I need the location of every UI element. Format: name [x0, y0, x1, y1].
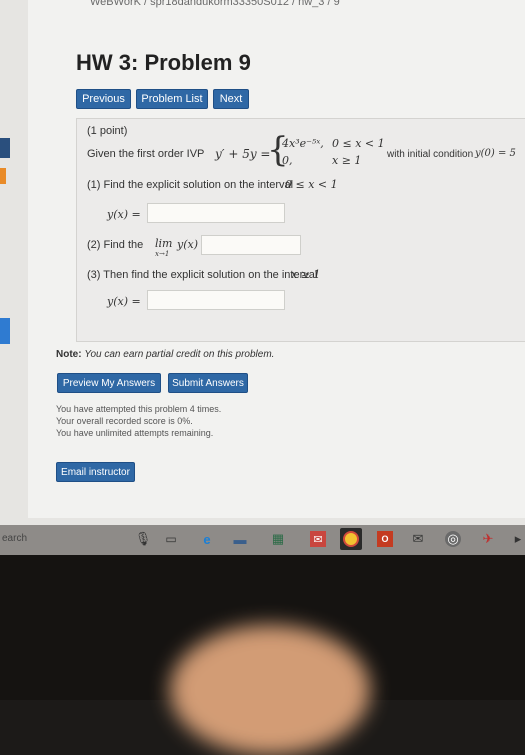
attempts-text: You have attempted this problem 4 times. — [56, 404, 222, 414]
part1-text: (1) Find the explicit solution on the in… — [87, 179, 294, 191]
score-text: Your overall recorded score is 0%. — [56, 416, 193, 426]
breadcrumb[interactable]: WeBWorK / spr18dandukorm33350S012 / hw_3… — [90, 0, 340, 8]
submit-answers-button[interactable]: Submit Answers — [168, 373, 248, 393]
search-box-fragment[interactable]: earch — [2, 533, 27, 544]
ode-lhs: y′ + 5y = — [215, 147, 271, 161]
part3-answer-input[interactable] — [147, 290, 285, 310]
points-label: (1 point) — [87, 125, 128, 137]
left-accent-bar-orange — [0, 168, 6, 184]
note-label: Note: — [56, 349, 82, 360]
part2-answer-input[interactable] — [201, 235, 301, 255]
microphone-icon[interactable]: 🎙 — [135, 531, 152, 547]
laptop-bezel — [0, 555, 525, 755]
left-accent-bar — [0, 138, 10, 158]
part2-lim: lim — [155, 237, 173, 250]
file-explorer-icon[interactable]: ▬ — [232, 531, 248, 547]
part1-interval: 0 ≤ x < 1 — [285, 178, 338, 191]
case2-condition: x ≥ 1 — [332, 154, 362, 167]
initial-condition-text: with initial condition — [387, 149, 474, 160]
edge-browser-icon[interactable]: e — [199, 531, 215, 547]
initial-condition: y(0) = 5 — [475, 148, 516, 159]
part1-answer-input[interactable] — [147, 203, 285, 223]
left-accent-bar-blue — [0, 318, 10, 344]
partial-credit-note: Note: You can earn partial credit on thi… — [56, 349, 274, 360]
store-icon[interactable]: ▦ — [270, 531, 286, 547]
app-icon-red[interactable]: ✉ — [310, 531, 326, 547]
part3-label: y(x) = — [107, 295, 141, 308]
part2-text: (2) Find the — [87, 239, 144, 251]
previous-button[interactable]: Previous — [76, 89, 131, 109]
case2-expression: 0, — [282, 154, 293, 167]
part2-lim-subscript: x→1 — [155, 250, 170, 258]
part3-text: (3) Then find the explicit solution on t… — [87, 269, 318, 281]
case1-expression: 4x³e⁻⁵ˣ, — [282, 137, 324, 150]
preview-answers-button[interactable]: Preview My Answers — [57, 373, 161, 393]
given-text: Given the first order IVP — [87, 148, 205, 160]
email-instructor-button[interactable]: Email instructor — [56, 462, 135, 482]
next-button[interactable]: Next — [213, 89, 249, 109]
problem-list-button[interactable]: Problem List — [136, 89, 208, 109]
page-title: HW 3: Problem 9 — [76, 50, 251, 75]
note-text: You can earn partial credit on this prob… — [84, 349, 275, 360]
remaining-text: You have unlimited attempts remaining. — [56, 428, 214, 438]
misc-icon[interactable]: ▸ — [510, 531, 525, 547]
webwork-page: WeBWorK / spr18dandukorm33350S012 / hw_3… — [28, 0, 525, 518]
task-view-icon[interactable]: ▭ — [163, 531, 179, 547]
pinned-app-icon[interactable]: ✈ — [480, 531, 496, 547]
part3-interval: x ≥ 1 — [291, 268, 321, 281]
camera-icon[interactable]: ◎ — [445, 531, 461, 547]
finger-blur — [170, 625, 370, 755]
screen: WeBWorK / spr18dandukorm33350S012 / hw_3… — [0, 0, 525, 525]
part1-label: y(x) = — [107, 208, 141, 221]
problem-body: (1 point) Given the first order IVP y′ +… — [76, 118, 525, 342]
case1-condition: 0 ≤ x < 1 — [332, 137, 385, 150]
office-icon[interactable]: O — [377, 531, 393, 547]
taskbar: earch 🎙 ▭ e ▬ ▦ ✉ O ✉ ◎ ✈ ▸ — [0, 525, 525, 555]
mail-icon[interactable]: ✉ — [410, 531, 426, 547]
chrome-icon[interactable] — [340, 528, 362, 550]
